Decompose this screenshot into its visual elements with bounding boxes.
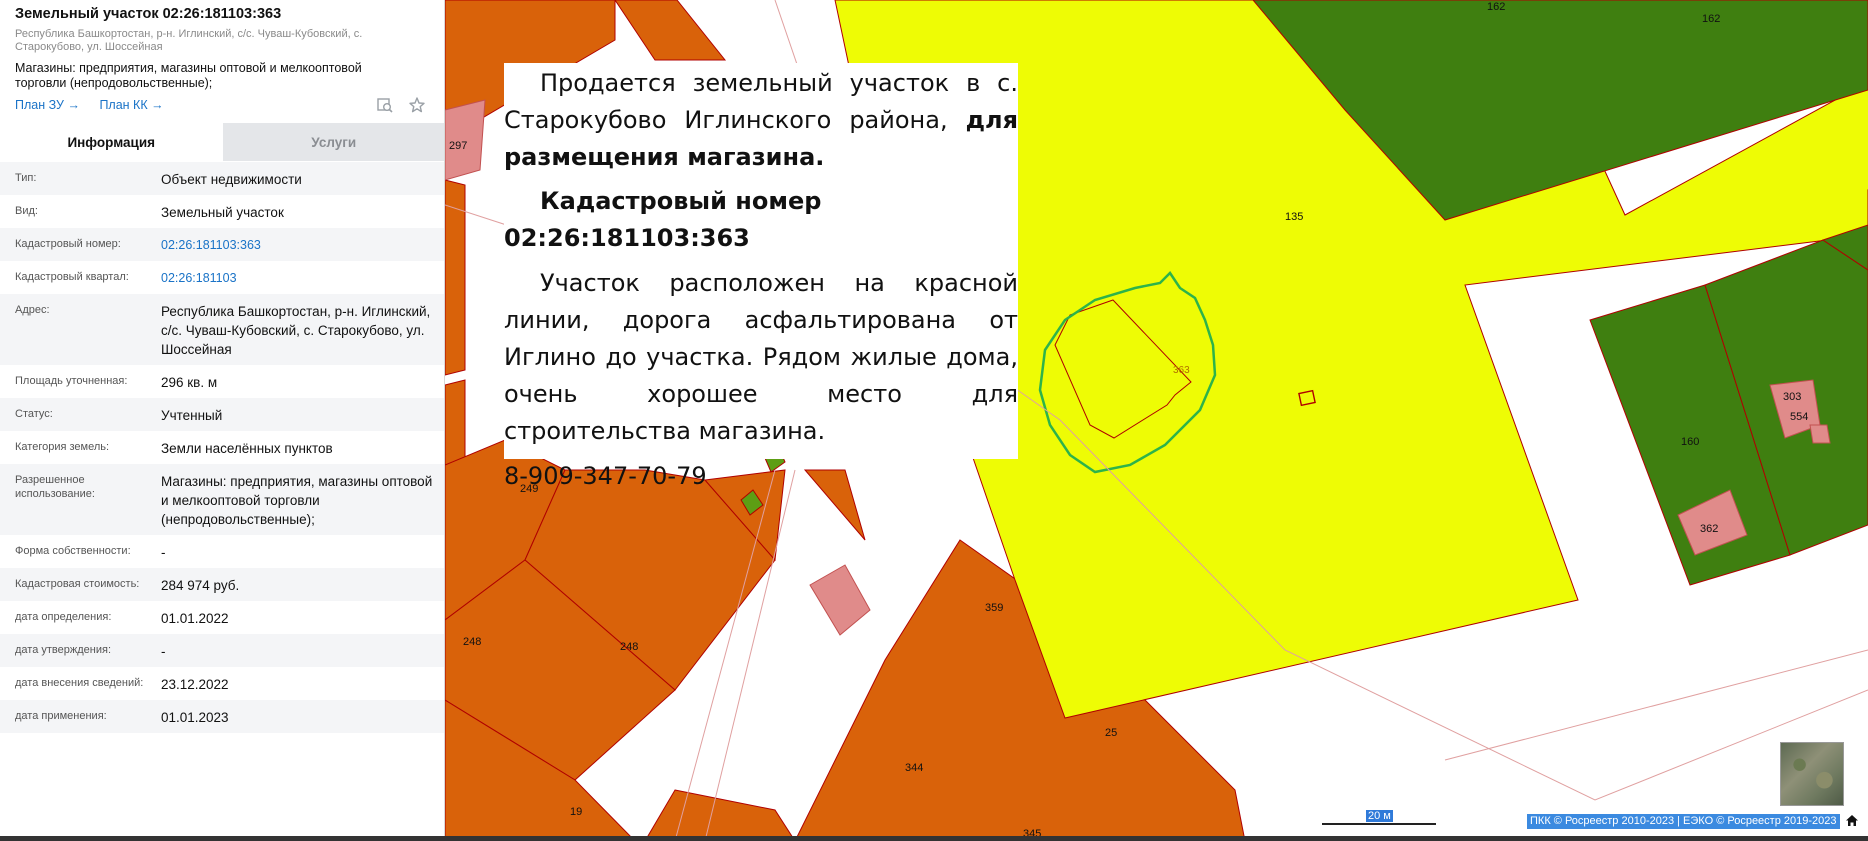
attr-row-ownership: Форма собственности: -	[0, 535, 444, 568]
parcel-label: 248	[463, 636, 481, 648]
attr-value: Земли населённых пунктов	[161, 441, 333, 456]
attr-row-type: Тип: Объект недвижимости	[0, 162, 444, 195]
ad-intro-text: Продается земельный участок в с. Староку…	[504, 69, 1018, 134]
scale-label: 20 м	[1366, 810, 1393, 822]
parcel-label: 359	[985, 602, 1003, 614]
ad-paragraph-description: Участок расположен на красной линии, дор…	[504, 269, 1018, 445]
cadastral-number-link[interactable]: 02:26:181103:363	[161, 236, 435, 255]
attr-value: -	[161, 545, 166, 560]
attr-key: Кадастровый номер:	[15, 238, 121, 250]
attr-key: дата внесения сведений:	[15, 677, 144, 689]
parcel-orange[interactable]	[644, 789, 796, 841]
map-copyright: ПКК © Росреестр 2010-2023 | ЕЭКО © Росре…	[1527, 814, 1840, 829]
cadastral-quarter-link[interactable]: 02:26:181103	[161, 269, 435, 288]
attr-row-permitted-use: Разрешенное использование: Магазины: пред…	[0, 464, 444, 535]
attr-key: Разрешенное использование:	[15, 474, 95, 500]
parcel-label: 303	[1783, 391, 1801, 403]
search-map-icon[interactable]	[376, 96, 394, 114]
sale-ad-overlay: Продается земельный участок в с. Староку…	[504, 63, 1018, 490]
building-554[interactable]	[1809, 424, 1831, 444]
parcel-label: 19	[570, 806, 582, 818]
attr-value: Магазины: предприятия, магазины оптовой …	[161, 474, 433, 527]
tab-info[interactable]: Информация	[0, 123, 223, 161]
attr-row-area: Площадь уточненная: 296 кв. м	[0, 365, 444, 398]
home-icon[interactable]	[1845, 814, 1861, 828]
attr-key: Вид:	[15, 205, 38, 217]
attr-row-date-applied: дата применения: 01.01.2023	[0, 700, 444, 733]
object-title: Земельный участок 02:26:181103:363	[15, 6, 282, 22]
attr-value: Земельный участок	[161, 205, 284, 220]
attr-key: Тип:	[15, 172, 37, 184]
parcel-label: 135	[1285, 211, 1303, 223]
ad-heading: Кадастровый номер 02:26:181103:363	[504, 187, 822, 252]
attr-key: Площадь уточненная:	[15, 375, 128, 387]
scale-bar	[1322, 823, 1436, 825]
attr-key: Статус:	[15, 408, 53, 420]
plan-links: План ЗУ План КК	[15, 98, 180, 112]
object-address: Республика Башкортостан, р-н. Иглинский,…	[15, 28, 363, 53]
object-use: Магазины: предприятия, магазины оптовой …	[15, 61, 362, 90]
attr-value: 296 кв. м	[161, 375, 218, 390]
parcel-label: 362	[1700, 523, 1718, 535]
attr-value: 01.01.2022	[161, 611, 229, 626]
building-359[interactable]	[809, 564, 871, 636]
parcel-label: 344	[905, 762, 923, 774]
tab-services[interactable]: Услуги	[222, 123, 444, 161]
ad-phone: 8-909-347-70-79	[504, 462, 707, 490]
attr-row-status: Статус: Учтенный	[0, 398, 444, 431]
attr-row-address: Адрес: Республика Башкортостан, р-н. Игли…	[0, 294, 444, 365]
parcel-label: 554	[1790, 411, 1808, 423]
attr-value: Объект недвижимости	[161, 172, 302, 187]
window-bottom-edge	[0, 836, 1868, 841]
info-panel: Земельный участок 02:26:181103:363 Респу…	[0, 0, 445, 841]
parcel-orange[interactable]	[445, 179, 466, 376]
parcel-label: 162	[1487, 1, 1505, 13]
attr-value: Республика Башкортостан, р-н. Иглинский,…	[161, 304, 431, 357]
attr-row-date-determined: дата определения: 01.01.2022	[0, 601, 444, 634]
attr-key: Кадастровый квартал:	[15, 271, 129, 283]
attr-row-cadastral-value: Кадастровая стоимость: 284 974 руб.	[0, 568, 444, 601]
attr-key: дата определения:	[15, 611, 112, 623]
map-scale: 20 м	[1322, 810, 1436, 826]
attr-key: Категория земель:	[15, 441, 110, 453]
panel-tabs: Информация Услуги	[0, 123, 444, 161]
attr-row-cadastral-number: Кадастровый номер: 02:26:181103:363	[0, 228, 444, 261]
attr-row-land-category: Категория земель: Земли населённых пункто…	[0, 431, 444, 464]
attr-value: 01.01.2023	[161, 710, 229, 725]
attr-key: дата утверждения:	[15, 644, 112, 656]
plan-kk-link[interactable]: План КК	[99, 98, 163, 112]
attr-row-date-entered: дата внесения сведений: 23.12.2022	[0, 667, 444, 700]
parcel-label: 248	[620, 641, 638, 653]
attr-key: Кадастровая стоимость:	[15, 578, 140, 590]
attribute-table: Тип: Объект недвижимости Вид: Земельный уч…	[0, 162, 444, 733]
parcel-label: 363	[1173, 365, 1190, 376]
attr-key: Форма собственности:	[15, 545, 131, 557]
parcel-label: 162	[1702, 13, 1720, 25]
attr-value: 23.12.2022	[161, 677, 229, 692]
parcel-label: 297	[449, 140, 467, 152]
layer-switcher-thumbnail[interactable]	[1780, 742, 1844, 806]
attr-value: 284 974 руб.	[161, 578, 240, 593]
attr-row-date-approved: дата утверждения: -	[0, 634, 444, 667]
parcel-orange[interactable]	[445, 379, 466, 466]
parcel-label: 160	[1681, 436, 1699, 448]
plan-zu-link[interactable]: План ЗУ	[15, 98, 80, 112]
attr-value: Учтенный	[161, 408, 223, 423]
parcel-orange[interactable]	[614, 0, 727, 61]
ad-paragraph-intro: Продается земельный участок в с. Староку…	[504, 65, 1018, 176]
star-icon[interactable]	[408, 96, 426, 114]
attr-row-kind: Вид: Земельный участок	[0, 195, 444, 228]
attr-key: дата применения:	[15, 710, 107, 722]
attr-key: Адрес:	[15, 304, 50, 316]
panel-actions	[376, 96, 426, 114]
attr-value: -	[161, 644, 166, 659]
parcel-label: 25	[1105, 727, 1117, 739]
attr-row-cadastral-quarter: Кадастровый квартал: 02:26:181103	[0, 261, 444, 294]
